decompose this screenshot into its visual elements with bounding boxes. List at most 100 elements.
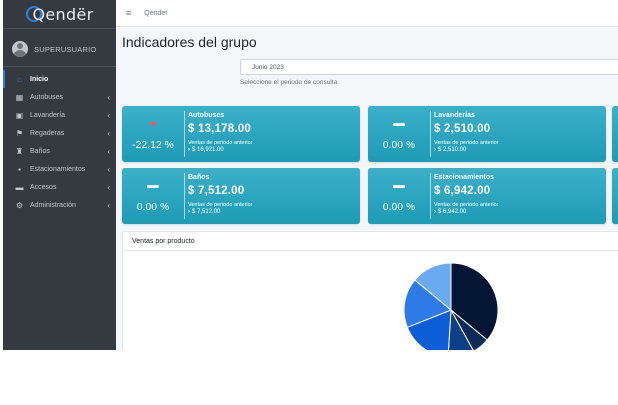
card-amount: $ 7,512.00 xyxy=(188,185,245,197)
gears-icon: ⚙ xyxy=(15,200,24,210)
sidebar-item-banos[interactable]: ♜ Baños ‹ xyxy=(3,142,116,160)
card-prev-amount: $ 16,921.00 xyxy=(192,147,224,153)
indicator-card-cutoff xyxy=(612,168,618,224)
user-panel[interactable]: SUPERUSUARIO xyxy=(3,32,116,67)
trend-indicator xyxy=(147,180,159,194)
card-prev-amount: $ 6,942.00 xyxy=(438,209,467,215)
sidebar-item-label: Inicio xyxy=(30,75,49,83)
sidebar-item-lavanderia[interactable]: ▣ Lavandería ‹ xyxy=(3,106,116,124)
indicator-card: -22.12 % Autobuses $ 13,178.00 Ventas de pe… xyxy=(122,106,360,162)
trend-indicator xyxy=(393,118,405,132)
brand-name: Qendër xyxy=(32,4,94,24)
card-prev-value: › $ 2,510.00 xyxy=(434,147,602,153)
card-divider xyxy=(184,173,185,219)
sales-pie-chart xyxy=(403,262,499,350)
chevron-right-icon: › xyxy=(188,147,190,153)
trend-flat-icon xyxy=(393,185,405,188)
card-percent: 0.00 % xyxy=(136,201,170,213)
washer-icon: ▣ xyxy=(15,110,24,120)
hamburger-menu-icon[interactable]: ≡ xyxy=(126,8,131,18)
card-prev-value: › $ 6,942.00 xyxy=(434,209,602,215)
card-divider xyxy=(430,111,431,157)
sales-chart-title: Ventas por producto xyxy=(123,232,618,251)
indicator-card: 0.00 % Estacionamientos $ 6,942.00 Ventas d… xyxy=(368,168,606,224)
parking-icon: ▪ xyxy=(18,164,21,174)
card-amount: $ 13,178.00 xyxy=(188,123,251,135)
topbar: ≡ Qender xyxy=(116,0,618,27)
card-name: Estacionamientos xyxy=(434,174,494,181)
card-amount: $ 2,510.00 xyxy=(434,123,491,135)
sidebar: Qendër SUPERUSUARIO ⌂ Inicio ▦ Autobuses ‹ ▣ L… xyxy=(3,0,116,350)
home-icon: ⌂ xyxy=(17,74,22,84)
sidebar-item-autobuses[interactable]: ▦ Autobuses ‹ xyxy=(3,88,116,106)
card-amount: $ 6,942.00 xyxy=(434,185,491,197)
indicator-card: 0.00 % Lavanderías $ 2,510.00 Ventas de per… xyxy=(368,106,606,162)
card-prev-label: Ventas de periodo anterior xyxy=(188,202,253,208)
topbar-title[interactable]: Qender xyxy=(144,10,167,17)
main-content: Indicadores del grupo Junio 2023 Selecci… xyxy=(116,28,618,350)
card-prev-label: Ventas de periodo anterior xyxy=(188,140,253,146)
brand-logo: Qendër xyxy=(25,4,94,24)
chevron-left-icon: ‹ xyxy=(107,200,110,210)
bus-icon: ▦ xyxy=(15,92,24,102)
chevron-right-icon: › xyxy=(434,209,436,215)
chevron-left-icon: ‹ xyxy=(107,92,110,102)
chevron-left-icon: ‹ xyxy=(107,110,110,120)
card-change: 0.00 % xyxy=(368,106,430,162)
card-details: Baños $ 7,512.00 Ventas de periodo anterio… xyxy=(188,174,356,215)
shower-icon: ⚑ xyxy=(15,128,24,138)
card-prev-label: Ventas de periodo anterior xyxy=(434,202,499,208)
chevron-left-icon: ‹ xyxy=(107,146,110,156)
sidebar-nav: ⌂ Inicio ▦ Autobuses ‹ ▣ Lavandería ‹ ⚑ Regaderas… xyxy=(3,70,116,214)
sidebar-item-label: Administración xyxy=(30,201,76,209)
indicator-card: 0.00 % Baños $ 7,512.00 Ventas de periodo a… xyxy=(122,168,360,224)
card-details: Autobuses $ 13,178.00 Ventas de periodo an… xyxy=(188,112,356,153)
card-details: Lavanderías $ 2,510.00 Ventas de periodo a… xyxy=(434,112,602,153)
chevron-left-icon: ‹ xyxy=(107,128,110,138)
sidebar-item-administracion[interactable]: ⚙ Administración ‹ xyxy=(3,196,116,214)
sidebar-item-accesos[interactable]: ▬ Accesos ‹ xyxy=(3,178,116,196)
trend-indicator xyxy=(393,180,405,194)
user-name: SUPERUSUARIO xyxy=(34,44,97,54)
sales-chart-card: Ventas por producto xyxy=(122,231,618,350)
chevron-left-icon: ‹ xyxy=(107,182,110,192)
card-name: Baños xyxy=(188,174,210,181)
card-prev-value: › $ 7,512.00 xyxy=(188,209,356,215)
chevron-right-icon: › xyxy=(188,209,190,215)
card-change: 0.00 % xyxy=(368,168,430,224)
page-title: Indicadores del grupo xyxy=(122,34,257,50)
card-details: Estacionamientos $ 6,942.00 Ventas de peri… xyxy=(434,174,602,215)
card-change: 0.00 % xyxy=(122,168,184,224)
avatar xyxy=(12,41,28,57)
period-help-text: Seleccione el periodo de consulta xyxy=(240,79,338,86)
card-prev-amount: $ 2,510.00 xyxy=(438,147,467,153)
chevron-left-icon: ‹ xyxy=(107,164,110,174)
card-divider xyxy=(184,111,185,157)
sidebar-item-regaderas[interactable]: ⚑ Regaderas ‹ xyxy=(3,124,116,142)
trend-flat-icon xyxy=(147,185,159,188)
sidebar-item-label: Lavandería xyxy=(30,111,66,119)
pie-svg xyxy=(403,262,499,350)
trend-down-icon xyxy=(149,122,157,127)
sidebar-item-label: Autobuses xyxy=(30,93,64,101)
sidebar-item-estacionamientos[interactable]: ▪ Estacionamientos ‹ xyxy=(3,160,116,178)
brand[interactable]: Qendër xyxy=(3,0,116,29)
ticket-icon: ▬ xyxy=(15,182,24,192)
card-prev-value: › $ 16,921.00 xyxy=(188,147,356,153)
period-select-value: Junio 2023 xyxy=(252,63,284,71)
card-percent: 0.00 % xyxy=(382,201,416,213)
toilet-icon: ♜ xyxy=(15,146,24,156)
card-name: Lavanderías xyxy=(434,112,475,119)
trend-flat-icon xyxy=(393,123,405,126)
sidebar-item-inicio[interactable]: ⌂ Inicio xyxy=(3,70,116,88)
trend-indicator xyxy=(149,118,157,132)
card-percent: -22.12 % xyxy=(132,139,174,151)
indicator-card-cutoff xyxy=(612,106,618,162)
sidebar-item-label: Baños xyxy=(30,147,50,155)
sidebar-item-label: Accesos xyxy=(30,183,57,191)
card-divider xyxy=(430,173,431,219)
card-change: -22.12 % xyxy=(122,106,184,162)
period-select[interactable]: Junio 2023 xyxy=(240,59,618,75)
chevron-right-icon: › xyxy=(434,147,436,153)
sidebar-item-label: Estacionamientos xyxy=(30,165,86,173)
